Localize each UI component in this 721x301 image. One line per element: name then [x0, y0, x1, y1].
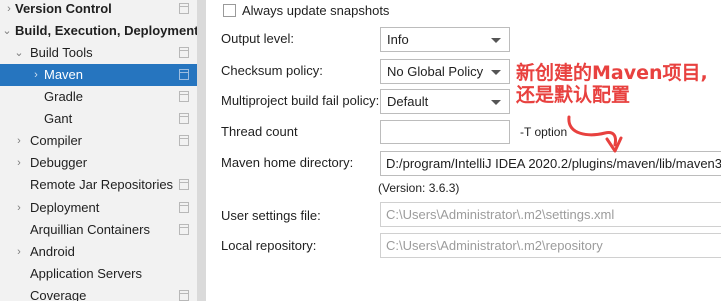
tree-item-compiler[interactable]: › Compiler [0, 130, 197, 152]
user-settings-label: User settings file: [221, 208, 321, 223]
thread-count-hint: -T option [520, 125, 568, 139]
checksum-policy-value: No Global Policy [387, 64, 484, 79]
multiproject-policy-select[interactable]: Default [380, 89, 510, 114]
always-update-label[interactable]: Always update snapshots [242, 2, 389, 20]
tree-item-maven[interactable]: › Maven [0, 64, 197, 86]
tree-item-debugger[interactable]: › Debugger [0, 152, 197, 174]
tree-item-label: Coverage [30, 288, 87, 301]
project-scope-icon [179, 290, 189, 301]
tree-item-build-tools[interactable]: ⌄ Build Tools [0, 42, 197, 64]
local-repository-label: Local repository: [221, 238, 317, 253]
tree-item-label: Deployment [30, 200, 100, 215]
maven-home-field[interactable]: D:/program/IntelliJ IDEA 2020.2/plugins/… [380, 151, 721, 176]
project-scope-icon [179, 224, 189, 235]
tree-item-build-execution-deployment[interactable]: ⌄ Build, Execution, Deployment [0, 20, 197, 42]
annotation-line-1: 新创建的Maven项目, [516, 62, 708, 84]
chevron-right-icon[interactable]: › [13, 241, 25, 263]
chevron-right-icon[interactable]: › [13, 152, 25, 174]
project-scope-icon [179, 69, 189, 80]
output-level-value: Info [387, 32, 409, 47]
chevron-right-icon[interactable]: › [30, 64, 42, 86]
multiproject-policy-label: Multiproject build fail policy: [221, 93, 380, 108]
dropdown-caret-icon [491, 100, 501, 105]
tree-item-deployment[interactable]: › Deployment [0, 197, 197, 219]
maven-version-text: (Version: 3.6.3) [378, 181, 460, 195]
tree-item-label: Gant [44, 111, 73, 126]
annotation-arrow-icon [567, 115, 623, 153]
tree-item-gradle[interactable]: Gradle [0, 86, 197, 108]
always-update-row: Always update snapshots [206, 0, 506, 22]
settings-tree-sidebar: › Version Control ⌄ Build, Execution, De… [0, 0, 197, 301]
maven-settings-panel: Always update snapshots Output level: In… [206, 0, 721, 301]
tree-item-label: Application Servers [30, 266, 142, 281]
tree-item-label: Build, Execution, Deployment [15, 23, 197, 38]
project-scope-icon [179, 47, 189, 58]
tree-item-version-control[interactable]: › Version Control [0, 0, 197, 20]
output-level-select[interactable]: Info [380, 27, 510, 52]
dropdown-caret-icon [491, 70, 501, 75]
project-scope-icon [179, 91, 189, 102]
tree-item-label: Arquillian Containers [30, 222, 150, 237]
tree-item-coverage[interactable]: Coverage [0, 285, 197, 301]
output-level-label: Output level: [221, 31, 294, 46]
tree-item-label: Debugger [30, 155, 88, 170]
chevron-right-icon[interactable]: › [3, 0, 15, 20]
chevron-right-icon[interactable]: › [13, 130, 25, 152]
tree-item-label: Build Tools [30, 45, 93, 60]
project-scope-icon [179, 202, 189, 213]
tree-item-arquillian-containers[interactable]: Arquillian Containers [0, 219, 197, 241]
always-update-checkbox[interactable] [223, 4, 236, 17]
tree-item-label: Gradle [44, 89, 84, 104]
project-scope-icon [179, 179, 189, 190]
tree-item-label: Android [30, 244, 75, 259]
annotation-line-2: 还是默认配置 [516, 84, 631, 106]
tree-item-android[interactable]: › Android [0, 241, 197, 263]
annotation-note: 新创建的Maven项目, 还是默认配置 [516, 62, 721, 106]
tree-item-gant[interactable]: Gant [0, 108, 197, 130]
thread-count-label: Thread count [221, 124, 298, 139]
checksum-policy-label: Checksum policy: [221, 63, 323, 78]
multiproject-policy-value: Default [387, 94, 429, 109]
project-scope-icon [179, 3, 189, 14]
thread-count-input[interactable] [380, 120, 510, 144]
chevron-down-icon[interactable]: ⌄ [13, 42, 25, 64]
tree-item-label: Compiler [30, 133, 83, 148]
user-settings-field[interactable]: C:\Users\Administrator\.m2\settings.xml [380, 202, 721, 227]
tree-item-application-servers[interactable]: Application Servers [0, 263, 197, 285]
tree-item-remote-jar-repositories[interactable]: Remote Jar Repositories [0, 174, 197, 196]
maven-home-label: Maven home directory: [221, 155, 354, 170]
local-repository-field[interactable]: C:\Users\Administrator\.m2\repository [380, 233, 721, 258]
tree-item-label: Remote Jar Repositories [30, 177, 174, 192]
splitter[interactable] [197, 0, 206, 301]
tree-item-label: Maven [44, 67, 84, 82]
checksum-policy-select[interactable]: No Global Policy [380, 59, 510, 84]
tree-item-label: Version Control [15, 1, 112, 16]
dropdown-caret-icon [491, 38, 501, 43]
chevron-down-icon[interactable]: ⌄ [1, 20, 13, 42]
project-scope-icon [179, 113, 189, 124]
chevron-right-icon[interactable]: › [13, 197, 25, 219]
project-scope-icon [179, 135, 189, 146]
